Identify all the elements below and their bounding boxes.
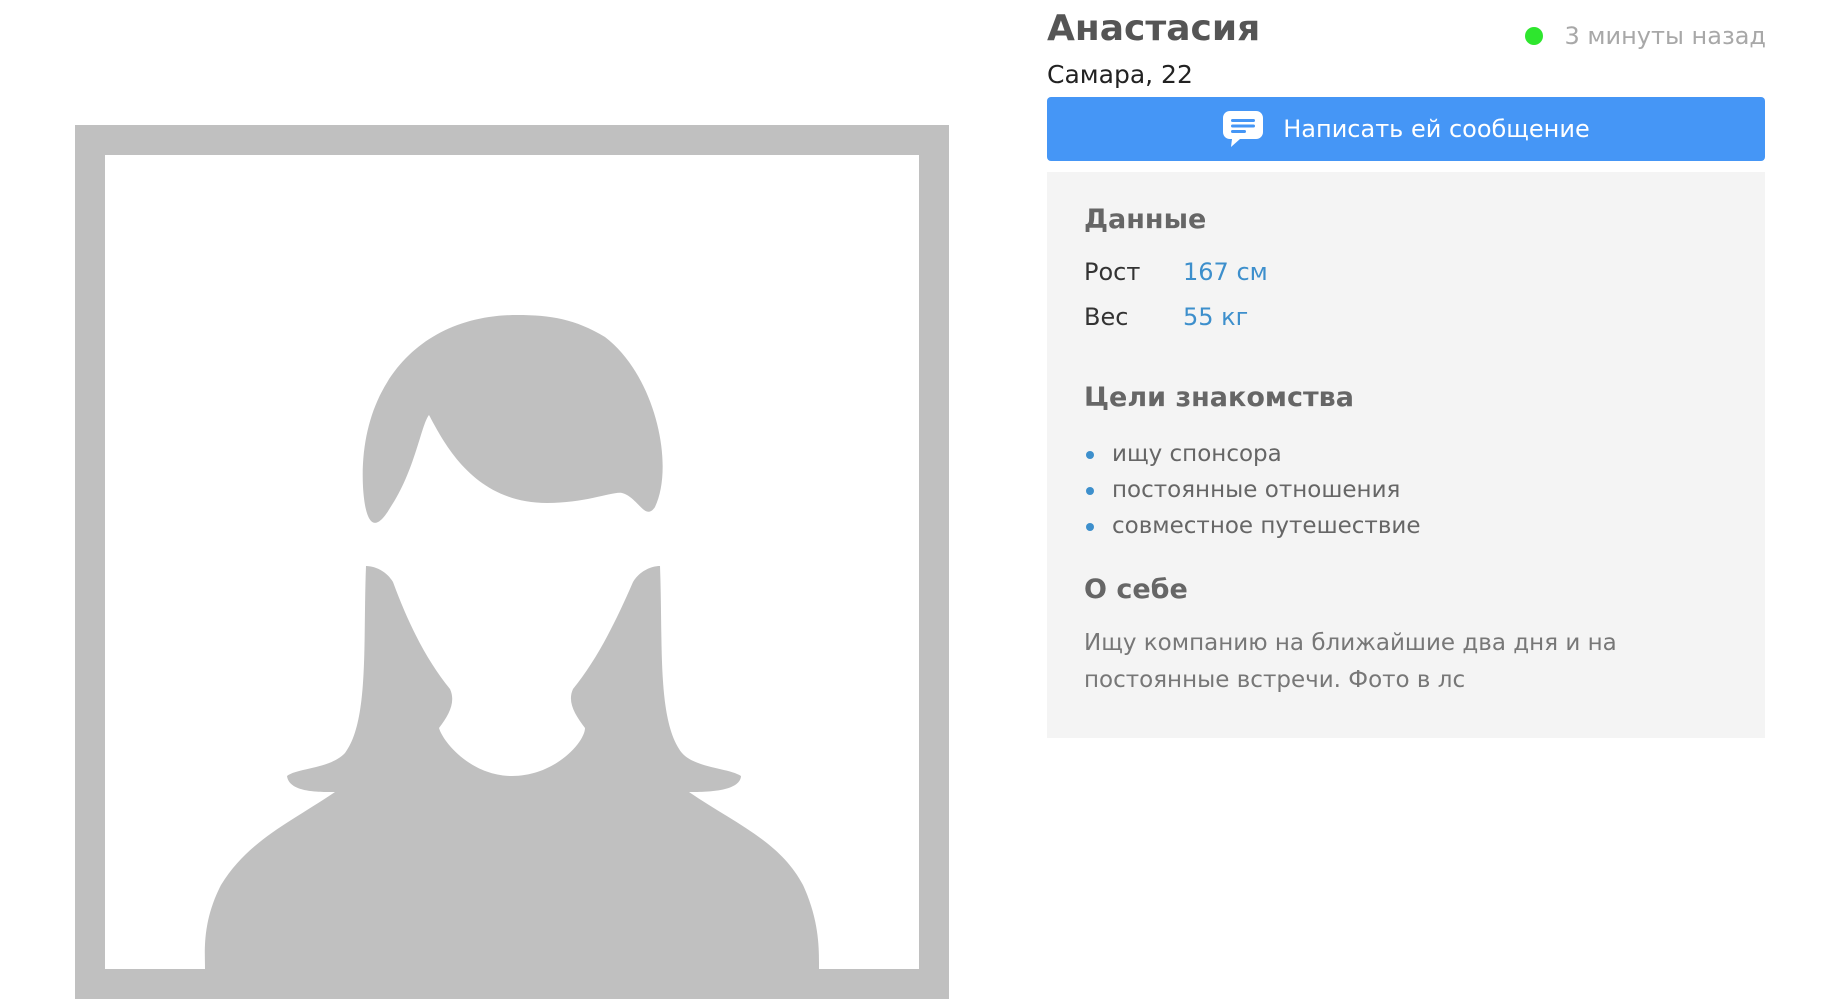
profile-city-age: Самара, 22 (1047, 60, 1193, 89)
profile-info-panel: Данные Рост 167 см Вес 55 кг Цели знакомст… (1047, 172, 1765, 738)
about-title: О себе (1084, 574, 1188, 605)
detail-label: Вес (1084, 303, 1129, 331)
chat-bubble-icon (1223, 111, 1264, 147)
goal-item: постоянные отношения (1084, 472, 1420, 508)
detail-row-weight: Вес 55 кг (1084, 303, 1248, 331)
send-message-label: Написать ей сообщение (1283, 115, 1590, 143)
detail-label: Рост (1084, 258, 1141, 286)
online-dot-icon (1525, 27, 1544, 45)
profile-name: Анастасия (1047, 8, 1261, 49)
details-title: Данные (1084, 204, 1207, 235)
profile-photo (75, 125, 949, 999)
last-seen-text: 3 минуты назад (1564, 22, 1766, 50)
detail-row-height: Рост 167 см (1084, 258, 1268, 286)
goals-list: ищу спонсора постоянные отношения совмес… (1084, 436, 1420, 544)
goals-title: Цели знакомства (1084, 382, 1354, 413)
send-message-button[interactable]: Написать ей сообщение (1047, 97, 1765, 161)
detail-value: 55 кг (1183, 303, 1249, 331)
about-text: Ищу компанию на ближайшие два дня и на п… (1084, 630, 1617, 693)
female-avatar-placeholder-icon (75, 125, 949, 999)
online-status: 3 минуты назад (1525, 22, 1766, 50)
goal-item: совместное путешествие (1084, 508, 1420, 544)
goal-item: ищу спонсора (1084, 436, 1420, 472)
detail-value: 167 см (1183, 258, 1268, 286)
